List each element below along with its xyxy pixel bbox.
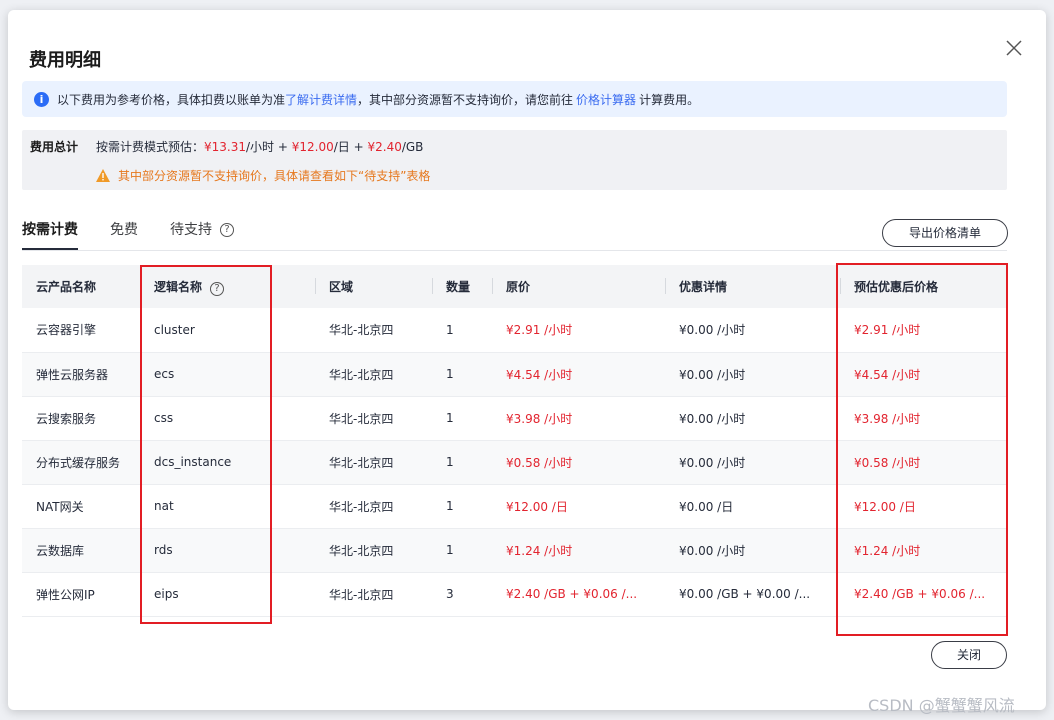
cell-discount: ¥0.00 /小时 — [665, 440, 840, 485]
price-calculator-link[interactable]: 价格计算器 — [576, 91, 636, 108]
cell-region: 华北-北京四 — [315, 572, 432, 617]
col-header-original-price: 原价 — [492, 265, 665, 308]
summary-estimate: 按需计费模式预估：¥13.31/小时 + ¥12.00/日 + ¥2.40/GB — [96, 138, 423, 155]
col-header-final-price: 预估优惠后价格 — [840, 265, 1007, 308]
cell-quantity: 1 — [432, 352, 492, 397]
cell-original-price: ¥3.98 /小时 — [492, 396, 665, 441]
tab-on-demand[interactable]: 按需计费 — [22, 220, 78, 250]
warning-icon — [96, 169, 110, 182]
cell-product: 弹性云服务器 — [22, 352, 140, 397]
cell-region: 华北-北京四 — [315, 440, 432, 485]
cell-product: 分布式缓存服务 — [22, 440, 140, 485]
cell-quantity: 3 — [432, 572, 492, 617]
cell-logical-name: nat — [140, 484, 315, 529]
table-header-row: 云产品名称 逻辑名称? 区域 数量 原价 优惠详情 预估优惠后价格 — [22, 265, 1007, 308]
cell-final-price: ¥0.58 /小时 — [840, 440, 1007, 485]
cell-final-price: ¥2.91 /小时 — [840, 308, 1007, 353]
cell-logical-name: css — [140, 396, 315, 441]
dialog-title: 费用明细 — [29, 50, 101, 71]
summary-prefix: 按需计费模式预估： — [96, 140, 205, 154]
cell-final-price: ¥3.98 /小时 — [840, 396, 1007, 441]
cost-summary: 费用总计 按需计费模式预估：¥13.31/小时 + ¥12.00/日 + ¥2.… — [22, 130, 1007, 190]
col-header-logical-name: 逻辑名称? — [140, 265, 315, 308]
cell-discount: ¥0.00 /小时 — [665, 396, 840, 441]
cell-final-price: ¥12.00 /日 — [840, 484, 1007, 529]
col-header-product: 云产品名称 — [22, 265, 140, 308]
export-price-list-button[interactable]: 导出价格清单 — [882, 219, 1008, 247]
per-gb-unit: /GB — [401, 140, 424, 154]
per-gb-total: ¥2.40 — [367, 140, 402, 154]
cell-logical-name: dcs_instance — [140, 440, 315, 485]
pricing-table: 云产品名称 逻辑名称? 区域 数量 原价 优惠详情 预估优惠后价格 云容器引擎 … — [22, 265, 1007, 617]
cell-final-price: ¥4.54 /小时 — [840, 352, 1007, 397]
cell-product: 云搜索服务 — [22, 396, 140, 441]
cell-quantity: 1 — [432, 484, 492, 529]
cell-quantity: 1 — [432, 440, 492, 485]
table-row: 云搜索服务 css 华北-北京四 1 ¥3.98 /小时 ¥0.00 /小时 ¥… — [22, 396, 1007, 441]
cell-logical-name: cluster — [140, 308, 315, 353]
table-row: 分布式缓存服务 dcs_instance 华北-北京四 1 ¥0.58 /小时 … — [22, 440, 1007, 485]
warning-text: 其中部分资源暂不支持询价，具体请查看如下“待支持”表格 — [118, 169, 431, 183]
cell-logical-name: eips — [140, 572, 315, 617]
summary-label: 费用总计 — [30, 140, 79, 154]
col-header-quantity: 数量 — [432, 265, 492, 308]
cell-region: 华北-北京四 — [315, 308, 432, 353]
cell-region: 华北-北京四 — [315, 352, 432, 397]
cell-region: 华北-北京四 — [315, 484, 432, 529]
cell-final-price: ¥2.40 /GB + ¥0.06 /... — [840, 572, 1007, 617]
info-banner: i 以下费用为参考价格，具体扣费以账单为准 了解计费详情 ，其中部分资源暂不支持… — [22, 81, 1007, 117]
cell-product: 云数据库 — [22, 528, 140, 573]
cell-product: 云容器引擎 — [22, 308, 140, 353]
cell-discount: ¥0.00 /日 — [665, 484, 840, 529]
cell-product: NAT网关 — [22, 484, 140, 529]
table-row: 云容器引擎 cluster 华北-北京四 1 ¥2.91 /小时 ¥0.00 /… — [22, 308, 1007, 353]
cell-original-price: ¥4.54 /小时 — [492, 352, 665, 397]
cell-logical-name: ecs — [140, 352, 315, 397]
cell-original-price: ¥2.40 /GB + ¥0.06 /... — [492, 572, 665, 617]
billing-details-link[interactable]: 了解计费详情 — [285, 91, 357, 108]
table-row: 弹性公网IP eips 华北-北京四 3 ¥2.40 /GB + ¥0.06 /… — [22, 572, 1007, 617]
cell-product: 弹性公网IP — [22, 572, 140, 617]
cell-discount: ¥0.00 /小时 — [665, 308, 840, 353]
col-header-discount: 优惠详情 — [665, 265, 840, 308]
cell-discount: ¥0.00 /小时 — [665, 528, 840, 573]
cell-discount: ¥0.00 /小时 — [665, 352, 840, 397]
cell-quantity: 1 — [432, 528, 492, 573]
col-header-region: 区域 — [315, 265, 432, 308]
cell-original-price: ¥0.58 /小时 — [492, 440, 665, 485]
hourly-unit: /小时 + — [246, 140, 292, 154]
help-icon[interactable]: ? — [220, 223, 234, 237]
hourly-total: ¥13.31 — [204, 140, 247, 154]
cell-region: 华北-北京四 — [315, 396, 432, 441]
billing-tabs: 按需计费 免费 待支持? — [22, 220, 266, 250]
info-icon: i — [34, 91, 49, 107]
cell-quantity: 1 — [432, 396, 492, 441]
table-row: NAT网关 nat 华北-北京四 1 ¥12.00 /日 ¥0.00 /日 ¥1… — [22, 484, 1007, 529]
watermark: CSDN @蟹蟹蟹风流 — [868, 696, 1015, 715]
cell-logical-name: rds — [140, 528, 315, 573]
daily-total: ¥12.00 — [291, 140, 334, 154]
table-row: 云数据库 rds 华北-北京四 1 ¥1.24 /小时 ¥0.00 /小时 ¥1… — [22, 528, 1007, 573]
cell-final-price: ¥1.24 /小时 — [840, 528, 1007, 573]
info-text-3: 计算费用。 — [639, 92, 700, 107]
info-text-2: ，其中部分资源暂不支持询价，请您前往 — [357, 92, 574, 107]
tabs-divider — [22, 250, 1007, 251]
table-row: 弹性云服务器 ecs 华北-北京四 1 ¥4.54 /小时 ¥0.00 /小时 … — [22, 352, 1007, 397]
help-icon[interactable]: ? — [210, 281, 225, 296]
daily-unit: /日 + — [333, 140, 368, 154]
cell-discount: ¥0.00 /GB + ¥0.00 /... — [665, 572, 840, 617]
close-icon[interactable] — [1004, 38, 1024, 58]
cell-quantity: 1 — [432, 308, 492, 353]
cell-original-price: ¥12.00 /日 — [492, 484, 665, 529]
summary-warning: 其中部分资源暂不支持询价，具体请查看如下“待支持”表格 — [96, 167, 430, 184]
tab-free[interactable]: 免费 — [110, 220, 138, 250]
cell-original-price: ¥1.24 /小时 — [492, 528, 665, 573]
cell-region: 华北-北京四 — [315, 528, 432, 573]
tab-pending-support[interactable]: 待支持? — [170, 220, 234, 250]
close-button[interactable]: 关闭 — [931, 641, 1007, 669]
cell-original-price: ¥2.91 /小时 — [492, 308, 665, 353]
info-text-1: 以下费用为参考价格，具体扣费以账单为准 — [57, 92, 286, 107]
